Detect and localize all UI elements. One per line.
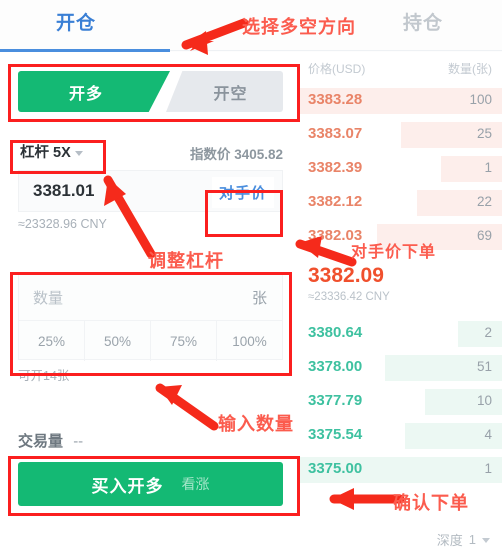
order-book-bid-row[interactable]: 3380.64 2 <box>300 321 502 347</box>
top-tab-bar: 开仓 持仓 <box>0 0 502 52</box>
bid-quantity: 2 <box>484 325 492 340</box>
quantity-unit-label: 张 <box>251 290 267 307</box>
bid-price: 3377.79 <box>308 392 363 409</box>
quantity-percent-75[interactable]: 75% <box>151 321 217 361</box>
available-contracts-label: 可开14张 <box>18 369 70 383</box>
order-book-header-quantity: 数量(张) <box>448 62 492 76</box>
tab-open-position[interactable]: 开仓 <box>56 8 96 35</box>
tab-holdings[interactable]: 持仓 <box>403 8 443 35</box>
quantity-percent-100[interactable]: 100% <box>217 321 282 361</box>
order-book: 价格(USD) 数量(张) 3383.28 100 3383.07 25 338… <box>300 52 502 558</box>
submit-button-sublabel: 看涨 <box>181 476 210 492</box>
submit-button-label: 买入开多 <box>91 476 164 496</box>
order-book-header: 价格(USD) 数量(张) <box>300 60 502 82</box>
trading-order-panel: 开仓 持仓 开多 开空 杠杆 5X 指数价 3405.82 3381.01 对手… <box>0 0 502 558</box>
direction-long-button[interactable]: 开多 <box>18 71 170 112</box>
quantity-percent-row: 25% 50% 75% 100% <box>19 321 282 361</box>
quantity-block: 数量 张 25% 50% 75% 100% <box>18 274 283 361</box>
order-book-bid-row[interactable]: 3377.79 10 <box>300 389 502 415</box>
leverage-selector[interactable]: 杠杆 5X <box>20 141 83 162</box>
bid-quantity: 1 <box>484 461 492 476</box>
submit-buy-long-button[interactable]: 买入开多 看涨 <box>18 462 283 506</box>
direction-short-button[interactable]: 开空 <box>166 71 283 112</box>
depth-selector-label: 深度 <box>436 533 463 548</box>
last-price: 3382.09 <box>308 264 384 287</box>
chevron-down-icon <box>482 538 490 543</box>
order-book-bid-row[interactable]: 3378.00 51 <box>300 355 502 381</box>
bid-quantity: 51 <box>476 359 492 374</box>
order-book-ask-row[interactable]: 3383.28 100 <box>300 88 502 114</box>
price-input[interactable]: 3381.01 <box>33 181 94 201</box>
order-book-bid-row[interactable]: 3375.00 1 <box>300 457 502 483</box>
price-cny-equivalent: ≈23328.96 CNY <box>18 217 107 231</box>
ask-quantity: 1 <box>484 160 492 175</box>
bid-price: 3378.00 <box>308 358 363 375</box>
bid-price: 3375.00 <box>308 460 363 477</box>
order-book-header-price: 价格(USD) <box>308 62 366 76</box>
ask-quantity: 100 <box>469 92 492 107</box>
trade-volume-row: 交易量 -- <box>18 430 83 451</box>
trade-volume-label: 交易量 <box>18 433 64 450</box>
ask-price: 3382.12 <box>308 193 363 210</box>
trade-volume-value: -- <box>73 433 84 450</box>
depth-bar <box>441 156 502 182</box>
order-book-ask-row[interactable]: 3382.12 22 <box>300 190 502 216</box>
direction-toggle: 开多 开空 <box>18 71 283 112</box>
price-input-container[interactable]: 3381.01 对手价 <box>18 170 283 212</box>
quantity-percent-50[interactable]: 50% <box>85 321 151 361</box>
quantity-input-row[interactable]: 数量 张 <box>19 275 282 321</box>
last-price-block: 3382.09 ≈23336.42 CNY <box>300 264 502 310</box>
ask-price: 3383.28 <box>308 91 363 108</box>
ask-price: 3383.07 <box>308 125 363 142</box>
bid-price: 3380.64 <box>308 324 363 341</box>
quantity-percent-25[interactable]: 25% <box>19 321 85 361</box>
chevron-down-icon <box>74 150 83 156</box>
ask-price: 3382.39 <box>308 159 363 176</box>
quantity-input[interactable]: 数量 <box>33 287 63 308</box>
depth-bar <box>457 321 502 347</box>
bid-quantity: 10 <box>476 393 492 408</box>
ask-quantity: 69 <box>476 228 492 243</box>
depth-selector[interactable]: 深度 1 <box>437 530 490 549</box>
ask-quantity: 25 <box>476 126 492 141</box>
depth-selector-value: 1 <box>468 532 476 547</box>
order-book-ask-row[interactable]: 3383.07 25 <box>300 122 502 148</box>
order-book-ask-row[interactable]: 3382.39 1 <box>300 156 502 182</box>
order-entry-form: 开多 开空 杠杆 5X 指数价 3405.82 3381.01 对手价 ≈233… <box>0 52 300 558</box>
leverage-row: 杠杆 5X 指数价 3405.82 <box>18 139 283 169</box>
order-book-bid-row[interactable]: 3375.54 4 <box>300 423 502 449</box>
index-price-label: 指数价 3405.82 <box>189 147 283 162</box>
bid-price: 3375.54 <box>308 426 363 443</box>
bid-quantity: 4 <box>484 427 492 442</box>
last-price-cny: ≈23336.42 CNY <box>308 291 390 303</box>
ask-quantity: 22 <box>476 194 492 209</box>
order-book-ask-row[interactable]: 3382.03 69 <box>300 224 502 250</box>
leverage-label: 杠杆 5X <box>20 145 71 161</box>
ask-price: 3382.03 <box>308 227 363 244</box>
opponent-price-button[interactable]: 对手价 <box>211 177 274 208</box>
